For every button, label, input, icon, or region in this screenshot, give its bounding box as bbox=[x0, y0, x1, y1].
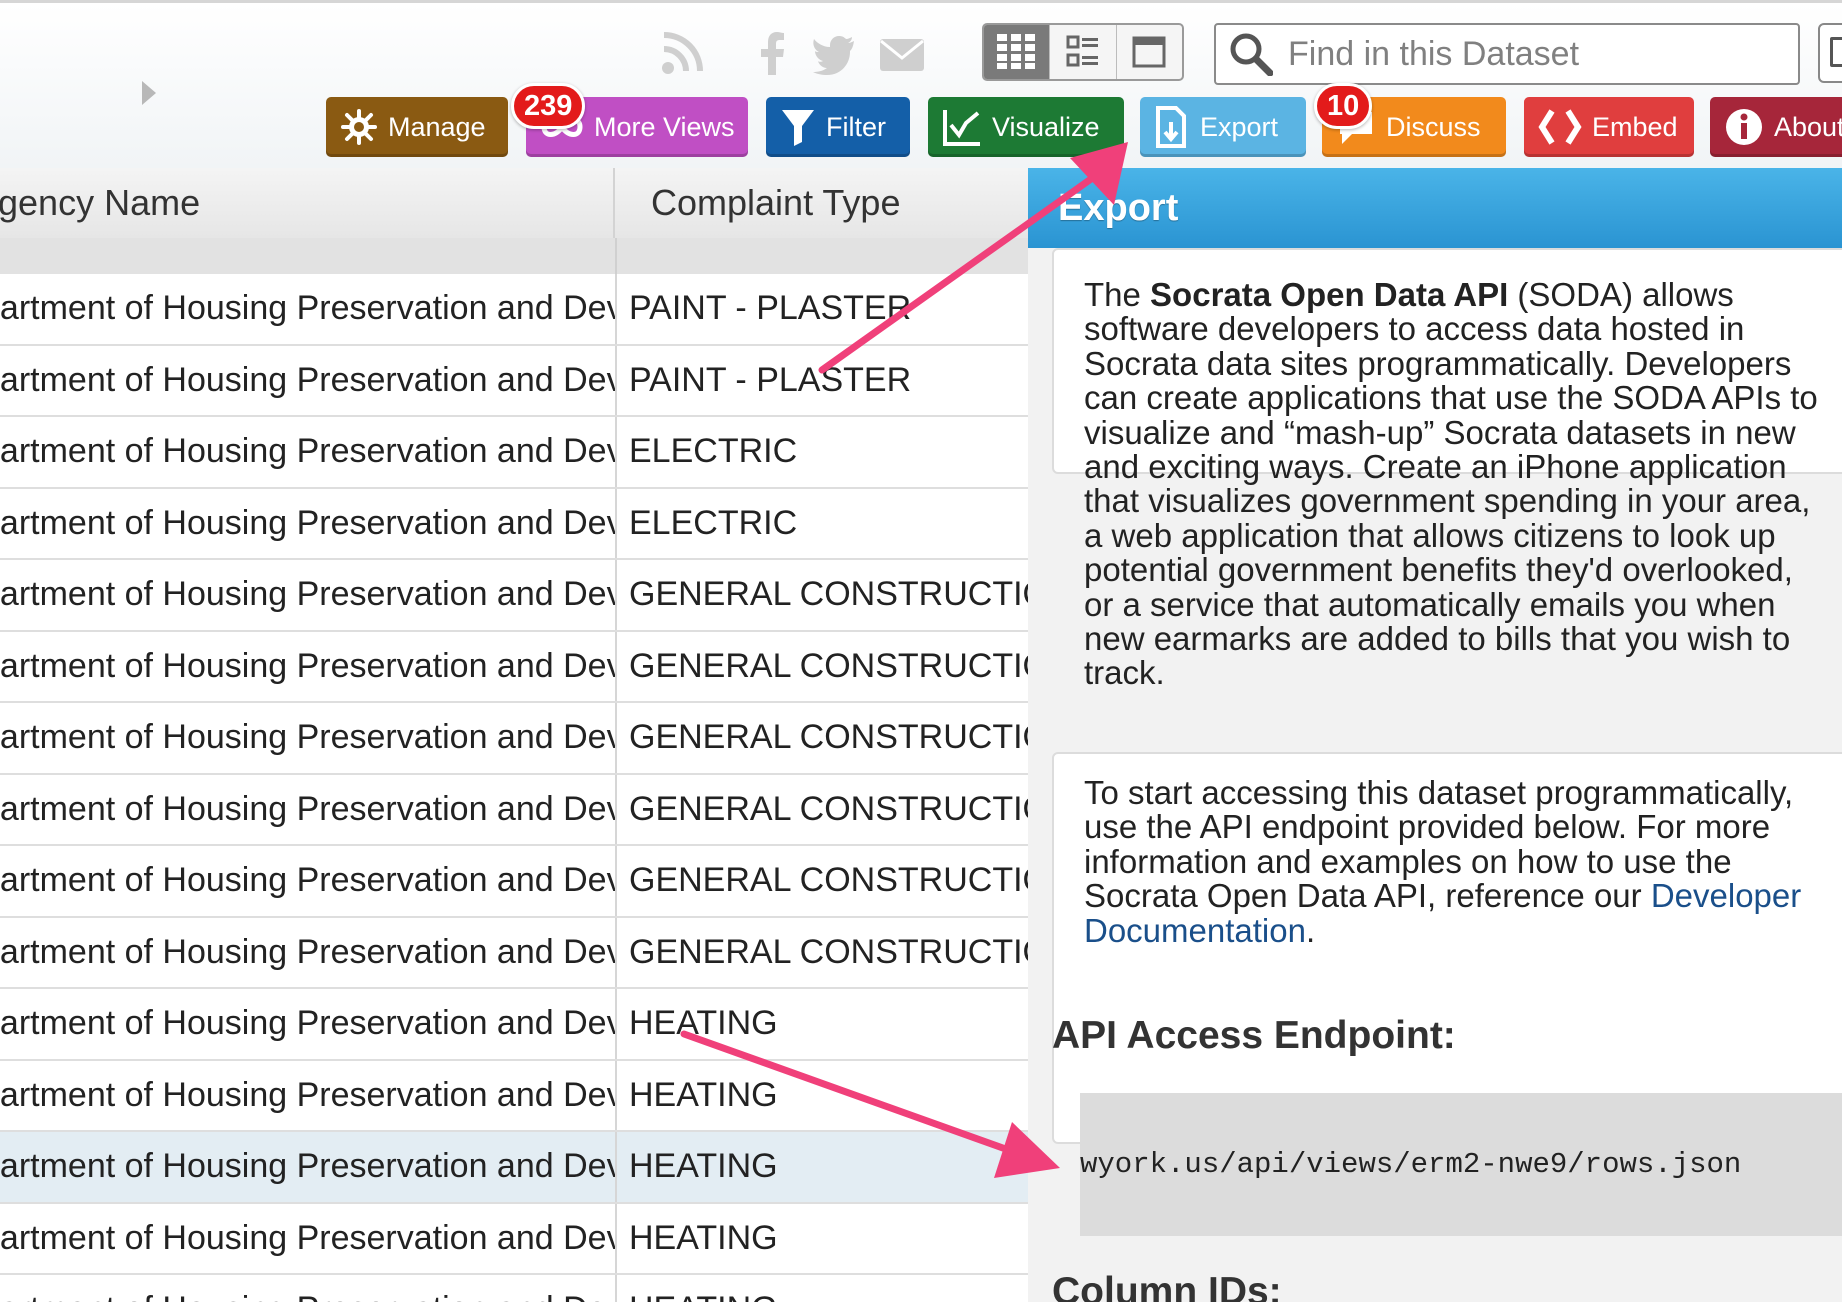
table-row[interactable]: partment of Housing Preservation and Dev… bbox=[0, 488, 1028, 560]
agency-cell: partment of Housing Preservation and Dev… bbox=[0, 1147, 615, 1186]
view-toggle bbox=[982, 23, 1184, 81]
endpoint-url: wyork.us/api/views/erm2-nwe9/rows.json bbox=[1080, 1148, 1742, 1181]
discuss-label: Discuss bbox=[1386, 111, 1481, 142]
complaint-cell: HEATING bbox=[629, 1075, 778, 1114]
export-pane-title: Export bbox=[1028, 168, 1842, 248]
agency-cell: partment of Housing Preservation and Dev… bbox=[0, 360, 615, 399]
code-icon bbox=[1538, 107, 1582, 147]
export-button[interactable]: Export bbox=[1140, 97, 1306, 157]
table-row[interactable]: partment of Housing Preservation and Dev… bbox=[0, 1203, 1028, 1275]
more-views-label: More Views bbox=[594, 111, 735, 142]
info-icon bbox=[1724, 107, 1764, 147]
table-row[interactable]: partment of Housing Preservation and Dev… bbox=[0, 703, 1028, 775]
table-row[interactable]: partment of Housing Preservation and Dev… bbox=[0, 989, 1028, 1061]
agency-cell: partment of Housing Preservation and Dev… bbox=[0, 289, 615, 328]
api-access-card: To start accessing this dataset programm… bbox=[1052, 752, 1842, 1144]
table-row[interactable]: partment of Housing Preservation and Dev… bbox=[0, 917, 1028, 989]
agency-cell: partment of Housing Preservation and Dev… bbox=[0, 718, 615, 757]
table-row[interactable]: partment of Housing Preservation and Dev… bbox=[0, 345, 1028, 417]
gear-icon bbox=[340, 108, 378, 146]
data-grid: gency Name Complaint Type partment of Ho… bbox=[0, 168, 1028, 1302]
agency-cell: partment of Housing Preservation and Dev… bbox=[0, 789, 615, 828]
complaint-cell: GENERAL CONSTRUCTION bbox=[629, 861, 1028, 900]
embed-button[interactable]: Embed bbox=[1524, 97, 1694, 157]
list-view-icon[interactable] bbox=[1050, 25, 1117, 79]
agency-cell: partment of Housing Preservation and Dev… bbox=[0, 1218, 615, 1257]
endpoint-url-box[interactable]: wyork.us/api/views/erm2-nwe9/rows.json bbox=[1080, 1093, 1842, 1236]
email-icon[interactable] bbox=[878, 31, 926, 75]
agency-cell: partment of Housing Preservation and Dev… bbox=[0, 503, 615, 542]
filter-icon bbox=[780, 108, 816, 146]
agency-cell: partment of Housing Preservation and Dev… bbox=[0, 861, 615, 900]
facebook-icon[interactable] bbox=[758, 31, 786, 75]
more-views-count-badge: 239 bbox=[511, 83, 586, 129]
table-row[interactable]: partment of Housing Preservation and Dev… bbox=[0, 846, 1028, 918]
agency-cell: partment of Housing Preservation and Dev… bbox=[0, 1290, 615, 1302]
page-view-icon[interactable] bbox=[1117, 25, 1182, 79]
filter-button[interactable]: Filter bbox=[766, 97, 910, 157]
complaint-cell: PAINT - PLASTER bbox=[629, 289, 912, 328]
table-row[interactable]: partment of Housing Preservation and Dev… bbox=[0, 1060, 1028, 1132]
complaint-cell: GENERAL CONSTRUCTION bbox=[629, 718, 1028, 757]
manage-button[interactable]: Manage bbox=[326, 97, 508, 157]
dataset-search bbox=[1214, 23, 1800, 85]
table-row[interactable]: partment of Housing Preservation and Dev… bbox=[0, 774, 1028, 846]
complaint-cell: HEATING bbox=[629, 1147, 778, 1186]
export-label: Export bbox=[1200, 111, 1279, 142]
table-row[interactable]: partment of Housing Preservation and Dev… bbox=[0, 417, 1028, 489]
table-row[interactable]: partment of Housing Preservation and Dev… bbox=[0, 560, 1028, 632]
embed-label: Embed bbox=[1592, 111, 1678, 142]
grid-view-icon[interactable] bbox=[984, 25, 1051, 79]
complaint-cell: HEATING bbox=[629, 1004, 778, 1043]
complaint-cell: ELECTRIC bbox=[629, 432, 798, 471]
agency-cell: partment of Housing Preservation and Dev… bbox=[0, 575, 615, 614]
intro-prefix: The bbox=[1084, 276, 1151, 313]
agency-cell: partment of Housing Preservation and Dev… bbox=[0, 1075, 615, 1114]
chart-icon bbox=[942, 107, 982, 147]
filter-label: Filter bbox=[826, 111, 886, 142]
intro-emphasis: Socrata Open Data API bbox=[1150, 276, 1509, 313]
search-icon bbox=[1216, 32, 1286, 76]
dataset-toolbar: Manage More Views Filter Visualize Expor… bbox=[0, 0, 1842, 168]
rss-icon[interactable] bbox=[660, 31, 706, 75]
grid-header: gency Name Complaint Type bbox=[0, 168, 1028, 239]
soda-intro-card: The Socrata Open Data API (SODA) allows … bbox=[1052, 248, 1842, 690]
table-row[interactable]: partment of Housing Preservation and Dev… bbox=[0, 631, 1028, 703]
intro-text: (SODA) allows software developers to acc… bbox=[1084, 276, 1818, 692]
export-icon bbox=[1154, 106, 1190, 148]
complaint-cell: PAINT - PLASTER bbox=[629, 360, 912, 399]
column-ids-heading: Column IDs: bbox=[1052, 1270, 1282, 1302]
export-pane: Export The Socrata Open Data API (SODA) … bbox=[1028, 168, 1842, 1302]
grid-filter-row bbox=[0, 238, 1028, 275]
complaint-cell: GENERAL CONSTRUCTION bbox=[629, 575, 1028, 614]
complaint-cell: HEATING bbox=[629, 1218, 778, 1257]
table-row-selected[interactable]: partment of Housing Preservation and Dev… bbox=[0, 1132, 1028, 1204]
api-access-end: . bbox=[1305, 911, 1316, 949]
agency-cell: partment of Housing Preservation and Dev… bbox=[0, 932, 615, 971]
agency-cell: partment of Housing Preservation and Dev… bbox=[0, 1004, 615, 1043]
agency-cell: partment of Housing Preservation and Dev… bbox=[0, 432, 615, 471]
column-header-agency-name[interactable]: gency Name bbox=[0, 168, 615, 238]
agency-cell: partment of Housing Preservation and Dev… bbox=[0, 646, 615, 685]
endpoint-heading: API Access Endpoint: bbox=[1052, 1014, 1456, 1057]
search-input[interactable] bbox=[1286, 33, 1798, 75]
complaint-cell: ELECTRIC bbox=[629, 503, 798, 542]
complaint-cell: GENERAL CONSTRUCTION bbox=[629, 646, 1028, 685]
column-header-complaint-type[interactable]: Complaint Type bbox=[615, 168, 1028, 238]
visualize-label: Visualize bbox=[992, 111, 1100, 142]
twitter-icon[interactable] bbox=[812, 31, 856, 75]
complaint-cell: HEATING bbox=[629, 1275, 1028, 1302]
table-row[interactable]: partment of Housing Preservation and Dev… bbox=[0, 274, 1028, 346]
grid-rows: partment of Housing Preservation and Dev… bbox=[0, 274, 1028, 1302]
table-row[interactable]: partment of Housing Preservation and Dev… bbox=[0, 1275, 1028, 1302]
about-label: About bbox=[1774, 111, 1842, 142]
discuss-count-badge: 10 bbox=[1314, 83, 1373, 129]
manage-label: Manage bbox=[388, 111, 486, 142]
visualize-button[interactable]: Visualize bbox=[928, 97, 1124, 157]
complaint-cell: GENERAL CONSTRUCTION bbox=[629, 789, 1028, 828]
about-button[interactable]: About bbox=[1710, 97, 1842, 157]
complaint-cell: GENERAL CONSTRUCTION bbox=[629, 932, 1028, 971]
fullscreen-button[interactable] bbox=[1818, 23, 1842, 83]
expand-sidebar-icon[interactable] bbox=[142, 81, 156, 105]
